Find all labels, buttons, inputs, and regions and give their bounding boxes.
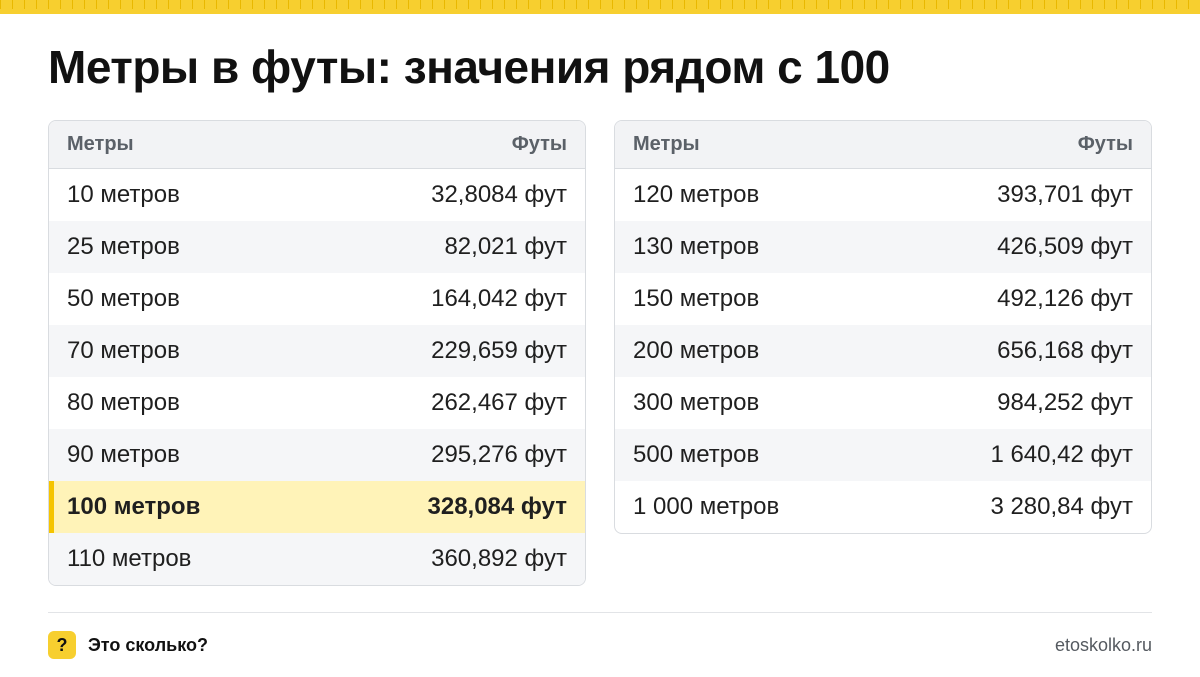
cell-meters: 25 метров — [67, 233, 180, 260]
cell-meters: 1 000 метров — [633, 493, 780, 520]
cell-feet: 3 280,84 фут — [990, 493, 1133, 520]
brand-name: Это сколько? — [88, 634, 208, 655]
cell-meters: 150 метров — [633, 285, 760, 312]
table-row: 1 000 метров 3 280,84 фут — [615, 481, 1151, 533]
cell-feet: 984,252 фут — [997, 389, 1133, 416]
footer-divider — [48, 612, 1152, 613]
table-row: 500 метров 1 640,42 фут — [615, 429, 1151, 481]
ruler-decoration — [0, 0, 1200, 14]
column-header-meters: Метры — [67, 133, 134, 155]
cell-meters: 130 метров — [633, 233, 760, 260]
cell-meters: 110 метров — [67, 545, 192, 572]
cell-feet: 32,8084 фут — [431, 181, 567, 208]
cell-meters: 300 метров — [633, 389, 760, 416]
cell-feet: 229,659 фут — [431, 337, 567, 364]
cell-meters: 120 метров — [633, 181, 760, 208]
brand-logo[interactable]: ? Это сколько? — [48, 631, 208, 659]
table-row: 110 метров 360,892 фут — [49, 533, 585, 585]
table-row: 300 метров 984,252 фут — [615, 377, 1151, 429]
cell-meters: 50 метров — [67, 285, 180, 312]
cell-feet: 1 640,42 фут — [990, 441, 1133, 468]
table-row: 150 метров 492,126 фут — [615, 273, 1151, 325]
cell-feet: 656,168 фут — [997, 337, 1133, 364]
table-row: 25 метров 82,021 фут — [49, 221, 585, 273]
table-header: Метры Футы — [49, 121, 585, 169]
page-title: Метры в футы: значения рядом с 100 — [48, 41, 890, 93]
cell-meters: 80 метров — [67, 389, 180, 416]
cell-meters: 10 метров — [67, 181, 180, 208]
table-row: 200 метров 656,168 фут — [615, 325, 1151, 377]
cell-feet: 262,467 фут — [431, 389, 567, 416]
cell-meters: 100 метров — [67, 493, 201, 520]
cell-feet: 328,084 фут — [427, 493, 568, 520]
cell-meters: 200 метров — [633, 337, 760, 364]
conversion-table-right: Метры Футы 120 метров 393,701 фут 130 ме… — [614, 120, 1152, 534]
cell-feet: 393,701 фут — [997, 181, 1133, 208]
table-row: 10 метров 32,8084 фут — [49, 169, 585, 221]
column-header-meters: Метры — [633, 133, 700, 155]
site-link[interactable]: etoskolko.ru — [1055, 635, 1152, 656]
table-row: 90 метров 295,276 фут — [49, 429, 585, 481]
cell-meters: 90 метров — [67, 441, 180, 468]
cell-feet: 426,509 фут — [997, 233, 1133, 260]
table-header: Метры Футы — [615, 121, 1151, 169]
cell-feet: 164,042 фут — [431, 285, 567, 312]
cell-feet: 492,126 фут — [997, 285, 1133, 312]
table-row: 120 метров 393,701 фут — [615, 169, 1151, 221]
highlight-bar — [49, 481, 54, 533]
question-mark-icon: ? — [48, 631, 76, 659]
table-row: 70 метров 229,659 фут — [49, 325, 585, 377]
cell-meters: 70 метров — [67, 337, 180, 364]
cell-feet: 82,021 фут — [444, 233, 567, 260]
column-header-feet: Футы — [511, 133, 567, 155]
cell-feet: 360,892 фут — [431, 545, 567, 572]
table-row: 130 метров 426,509 фут — [615, 221, 1151, 273]
table-row: 50 метров 164,042 фут — [49, 273, 585, 325]
cell-feet: 295,276 фут — [431, 441, 567, 468]
cell-meters: 500 метров — [633, 441, 760, 468]
conversion-table-left: Метры Футы 10 метров 32,8084 фут 25 метр… — [48, 120, 586, 586]
table-row-highlighted: 100 метров 328,084 фут — [49, 481, 585, 533]
table-row: 80 метров 262,467 фут — [49, 377, 585, 429]
column-header-feet: Футы — [1077, 133, 1133, 155]
